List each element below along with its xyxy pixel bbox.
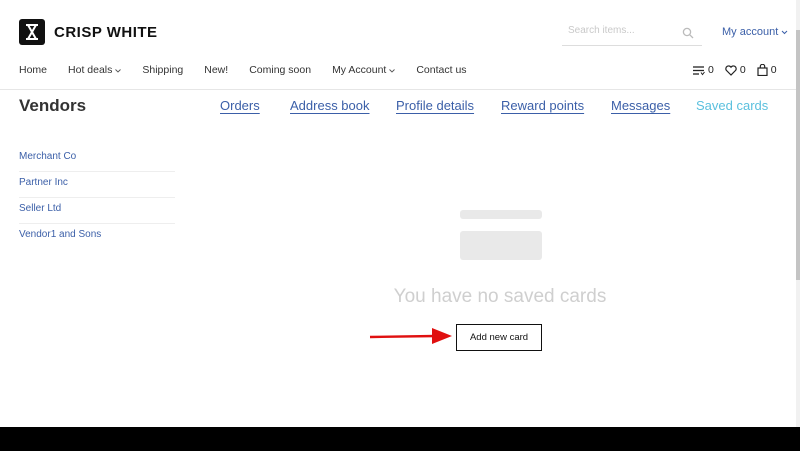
sidebar-item-vendor[interactable]: Merchant Co	[19, 146, 175, 172]
nav-item-label: Contact us	[416, 64, 467, 76]
vendor-sidebar: Merchant Co Partner Inc Seller Ltd Vendor1 …	[19, 146, 175, 250]
sidebar-item-vendor[interactable]: Partner Inc	[19, 172, 175, 198]
nav-item-label: New!	[204, 64, 229, 76]
account-tabs: Orders Address book Profile details Reward …	[0, 98, 796, 118]
cart-count: 0	[770, 64, 777, 76]
nav-item-new[interactable]: New!	[204, 64, 228, 76]
site-header: CRISP WHITE My account Home Hot deals Ship…	[0, 0, 796, 90]
compare-count: 0	[708, 64, 714, 76]
wishlist-count: 0	[739, 64, 746, 76]
annotation-arrow-icon	[369, 328, 452, 344]
nav-item-contact-us[interactable]: Contact us	[416, 64, 466, 76]
nav-item-home[interactable]: Home	[19, 64, 47, 76]
nav-item-label: Home	[19, 64, 48, 76]
search-icon[interactable]	[682, 26, 694, 44]
nav-item-label: Hot deals	[68, 64, 113, 76]
sidebar-item-vendor[interactable]: Seller Ltd	[19, 198, 175, 224]
tab-messages[interactable]: Messages	[611, 98, 670, 113]
search-input[interactable]	[568, 25, 678, 36]
cart-counter[interactable]: 0	[757, 64, 777, 76]
tab-orders[interactable]: Orders	[220, 98, 260, 113]
tab-saved-cards[interactable]: Saved cards	[696, 98, 768, 113]
nav-item-hot-deals[interactable]: Hot deals	[68, 64, 122, 76]
site-footer	[0, 427, 800, 451]
sidebar-item-vendor[interactable]: Vendor1 and Sons	[19, 224, 175, 250]
chevron-down-icon	[115, 64, 122, 76]
main-nav: Home Hot deals Shipping New! Coming soon My A…	[19, 64, 488, 76]
tab-address-book[interactable]: Address book	[290, 98, 370, 113]
search-box	[562, 20, 702, 46]
brand-name: CRISP WHITE	[54, 23, 158, 41]
credit-card-icon	[460, 210, 542, 260]
wishlist-counter[interactable]: 0	[725, 64, 746, 76]
nav-item-my-account[interactable]: My Account	[332, 64, 396, 76]
nav-item-label: Shipping	[142, 64, 184, 76]
nav-item-shipping[interactable]: Shipping	[142, 64, 183, 76]
header-counters: 0 0 0	[693, 64, 788, 76]
heart-icon	[725, 64, 737, 76]
tab-profile-details[interactable]: Profile details	[396, 98, 474, 113]
my-account-dropdown[interactable]: My account	[722, 26, 788, 38]
brand-logo[interactable]: CRISP WHITE	[19, 19, 158, 45]
compare-list-icon	[693, 65, 705, 75]
scrollbar-thumb[interactable]	[796, 30, 800, 280]
scrollbar[interactable]	[796, 0, 800, 427]
empty-state-message: You have no saved cards	[393, 286, 607, 307]
tab-reward-points[interactable]: Reward points	[501, 98, 584, 113]
nav-item-coming-soon[interactable]: Coming soon	[249, 64, 311, 76]
nav-item-label: My Account	[332, 64, 387, 76]
add-new-card-button[interactable]: Add new card	[456, 324, 542, 351]
shopping-bag-icon	[757, 64, 768, 76]
compare-counter[interactable]: 0	[693, 64, 714, 76]
nav-item-label: Coming soon	[249, 64, 312, 76]
my-account-label: My account	[722, 26, 779, 38]
chevron-down-icon	[389, 64, 396, 76]
logo-icon	[19, 19, 45, 45]
chevron-down-icon	[781, 26, 788, 38]
